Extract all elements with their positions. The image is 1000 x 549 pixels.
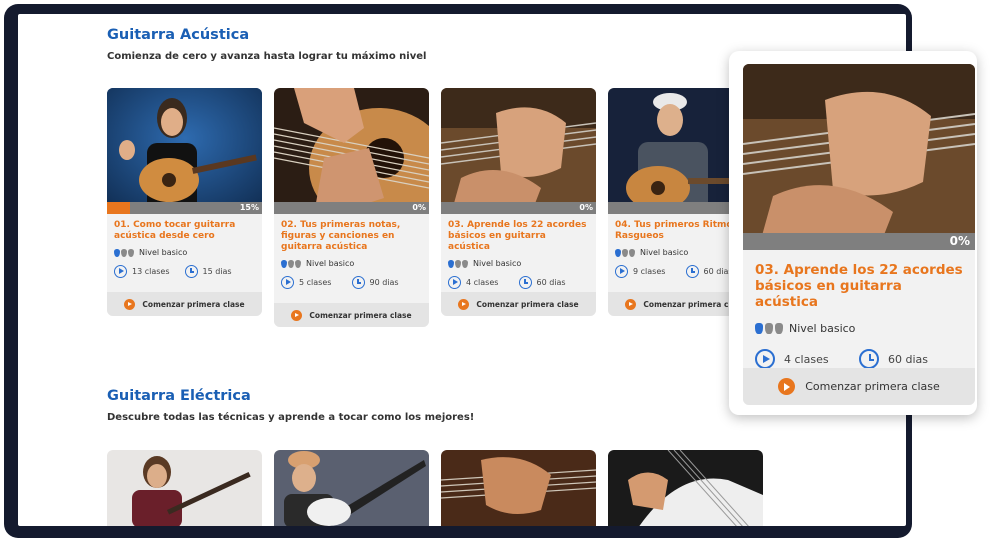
duration: 90 dias [369, 278, 399, 287]
play-icon [625, 298, 637, 310]
play-icon [615, 265, 628, 278]
class-count: 9 clases [633, 267, 666, 276]
start-button-label: Comenzar primera clase [142, 299, 245, 309]
progress-bar: 0% [743, 233, 975, 250]
course-title[interactable]: 03. Aprende los 22 acordes básicos en gu… [448, 220, 589, 253]
course-level: Nivel basico [114, 248, 255, 257]
clock-icon [351, 276, 365, 289]
course-title[interactable]: 03. Aprende los 22 acordes básicos en gu… [755, 262, 963, 310]
progress-bar: 15% [107, 202, 262, 214]
duration: 60 dias [536, 278, 566, 287]
level-label: Nivel basico [640, 248, 689, 257]
level-label: Nivel basico [789, 322, 856, 335]
progress-bar: 0% [274, 202, 429, 214]
play-icon [778, 378, 796, 395]
duration: 60 dias [888, 352, 929, 366]
play-icon [114, 265, 127, 278]
play-icon [755, 349, 775, 369]
electric-course-thumbnail[interactable] [274, 450, 429, 526]
course-thumbnail: 0% [274, 88, 429, 214]
level-picks-icon [755, 323, 785, 334]
progress-percent: 0% [579, 203, 593, 212]
course-card-02[interactable]: 0% 02. Tus primeras notas, figuras y can… [274, 88, 429, 327]
duration: 15 dias [202, 267, 232, 276]
start-first-class-button[interactable]: Comenzar primera clase [743, 368, 975, 405]
play-icon [448, 276, 461, 289]
start-button-label: Comenzar primera clase [309, 310, 412, 320]
clock-icon [859, 349, 879, 369]
progress-percent: 15% [239, 203, 259, 212]
course-preview-popup[interactable]: 0% 03. Aprende los 22 acordes básicos en… [729, 51, 977, 415]
electric-course-thumbnail[interactable] [441, 450, 596, 526]
progress-fill [107, 202, 131, 214]
clock-icon [184, 265, 198, 278]
course-meta: 4 clases 60 dias [448, 276, 589, 289]
course-thumbnail: 15% [107, 88, 262, 214]
start-first-class-button[interactable]: Comenzar primera clase [107, 292, 262, 316]
course-card-03[interactable]: 0% 03. Aprende los 22 acordes básicos en… [441, 88, 596, 316]
course-title[interactable]: 02. Tus primeras notas, figuras y cancio… [281, 220, 422, 253]
level-label: Nivel basico [306, 259, 355, 268]
class-count: 5 clases [299, 278, 332, 287]
course-meta: 4 clases 60 dias [755, 349, 963, 369]
play-icon [281, 276, 294, 289]
level-label: Nivel basico [139, 248, 188, 257]
course-level: Nivel basico [448, 259, 589, 268]
level-label: Nivel basico [473, 259, 522, 268]
electric-course-thumbnail[interactable] [107, 450, 262, 526]
start-first-class-button[interactable]: Comenzar primera clase [441, 292, 596, 316]
section-subtitle-acoustic: Comienza de cero y avanza hasta lograr t… [107, 51, 427, 62]
section-title-acoustic: Guitarra Acústica [107, 27, 250, 43]
class-count: 4 clases [784, 352, 829, 366]
clock-icon [685, 265, 699, 278]
section-subtitle-electric: Descubre todas las técnicas y aprende a … [107, 412, 475, 423]
progress-percent: 0% [949, 234, 970, 248]
course-level: Nivel basico [755, 322, 963, 335]
class-count: 13 clases [132, 267, 170, 276]
play-icon [458, 298, 470, 310]
course-card-01[interactable]: 15% 01. Como tocar guitarra acústica des… [107, 88, 262, 316]
clock-icon [518, 276, 532, 289]
course-meta: 13 clases 15 dias [114, 265, 255, 278]
course-meta: 5 clases 90 dias [281, 276, 422, 289]
play-icon [291, 309, 303, 321]
progress-percent: 0% [412, 203, 426, 212]
level-picks-icon [448, 259, 469, 268]
course-thumbnail: 0% [743, 64, 975, 250]
class-count: 4 clases [466, 278, 499, 287]
course-title[interactable]: 01. Como tocar guitarra acústica desde c… [114, 220, 255, 242]
level-picks-icon [281, 259, 302, 268]
progress-bar: 0% [441, 202, 596, 214]
section-title-electric: Guitarra Eléctrica [107, 388, 251, 404]
play-icon [124, 298, 136, 310]
start-first-class-button[interactable]: Comenzar primera clase [274, 303, 429, 327]
start-button-label: Comenzar primera clase [805, 380, 940, 393]
level-picks-icon [615, 248, 636, 257]
start-button-label: Comenzar primera clase [476, 299, 579, 309]
electric-course-thumbnail[interactable] [608, 450, 763, 526]
course-level: Nivel basico [281, 259, 422, 268]
level-picks-icon [114, 248, 135, 257]
course-thumbnail: 0% [441, 88, 596, 214]
